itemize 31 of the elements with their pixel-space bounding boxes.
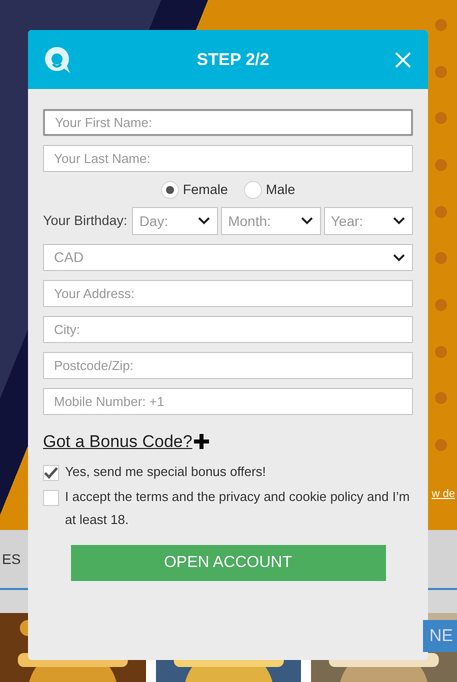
chat-bubble-icon — [44, 46, 72, 74]
nav-item[interactable]: ES — [2, 548, 21, 570]
new-badge: NE — [423, 620, 457, 652]
radio-button[interactable] — [160, 181, 179, 199]
bonus-code-link[interactable]: Got a Bonus Code? — [43, 429, 192, 454]
chevron-down-icon — [300, 216, 314, 226]
date-dropdown[interactable]: Month: — [221, 207, 321, 235]
text-field[interactable]: Postcode/Zip: — [43, 352, 413, 379]
birthday-label: Your Birthday: — [43, 212, 128, 230]
date-dropdown[interactable]: Year: — [324, 207, 414, 235]
checkbox[interactable] — [43, 464, 59, 480]
radio-label: Female — [182, 180, 228, 199]
currency-dropdown[interactable]: CAD — [43, 244, 413, 271]
radio-button[interactable] — [244, 181, 262, 199]
checkbox-label: I accept the terms and the privacy and cookie policy and I’m at least 18. — [65, 488, 411, 528]
text-field[interactable]: City: — [43, 316, 413, 343]
checkbox[interactable] — [43, 490, 59, 506]
chevron-down-icon — [197, 216, 212, 226]
text-field[interactable]: Your First Name: — [43, 109, 413, 136]
text-field[interactable]: Your Address: — [43, 280, 413, 307]
text-field[interactable]: Mobile Number: +1 — [43, 388, 413, 415]
chevron-down-icon — [392, 252, 406, 262]
chevron-down-icon — [392, 216, 406, 226]
promo-link[interactable]: w de — [432, 486, 455, 502]
plus-icon[interactable] — [194, 434, 210, 450]
text-field[interactable]: Your Last Name: — [43, 145, 413, 172]
open-account-button[interactable]: OPEN ACCOUNT — [70, 544, 386, 580]
date-dropdown[interactable]: Day: — [132, 207, 218, 235]
modal-title: STEP 2/2 — [196, 48, 270, 71]
checkbox-label: Yes, send me special bonus offers! — [65, 462, 266, 481]
radio-label: Male — [266, 180, 296, 199]
